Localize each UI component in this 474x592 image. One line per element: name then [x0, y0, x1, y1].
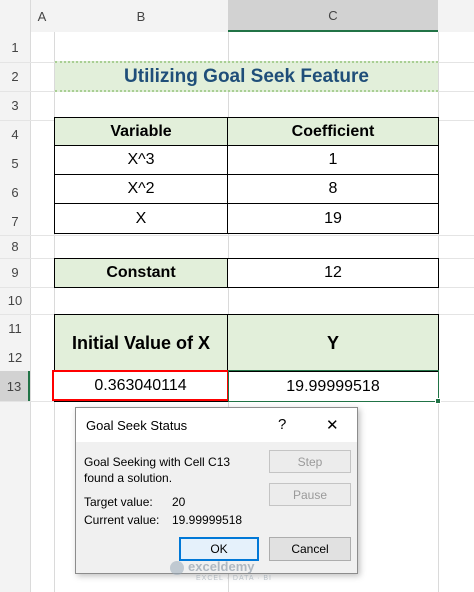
header-y[interactable]: Y: [228, 315, 438, 372]
row-header-10[interactable]: 10: [0, 287, 30, 314]
cell-text: X^3: [127, 151, 155, 168]
row-header-12[interactable]: 12: [0, 343, 30, 371]
dialog-titlebar[interactable]: Goal Seek Status ? ✕: [76, 408, 357, 442]
constant-label-cell[interactable]: Constant: [55, 259, 228, 287]
current-value-label: Current value:: [84, 513, 160, 527]
watermark-brand: exceldemy: [188, 559, 255, 574]
header-label: Y: [326, 332, 339, 353]
select-all-corner[interactable]: [0, 0, 30, 32]
pause-button[interactable]: Pause: [269, 483, 351, 506]
row-header-7[interactable]: 7: [0, 207, 30, 235]
header-label: Variable: [110, 122, 172, 140]
table-cell-variable[interactable]: X^3: [55, 146, 228, 175]
table-cell-coefficient[interactable]: 19: [228, 204, 438, 233]
close-icon[interactable]: ✕: [326, 416, 339, 434]
column-label: C: [328, 7, 338, 23]
exceldemy-logo-icon: [170, 561, 184, 575]
gridline: [54, 32, 55, 592]
row-header-13[interactable]: 13: [0, 371, 30, 401]
row-label: 6: [11, 185, 19, 200]
gridline: [438, 32, 439, 592]
gridline: [30, 0, 31, 592]
row-label: 5: [11, 156, 19, 171]
sheet-title-cell[interactable]: Utilizing Goal Seek Feature: [55, 61, 438, 92]
cell-text: 19: [324, 209, 342, 227]
header-variable[interactable]: Variable: [55, 118, 228, 146]
row-header-4[interactable]: 4: [0, 120, 30, 149]
column-header-c[interactable]: C: [228, 0, 438, 32]
row-label: 3: [11, 98, 19, 113]
row-header-3[interactable]: 3: [0, 91, 30, 120]
cell-text: 1: [328, 151, 338, 168]
fill-handle[interactable]: [435, 398, 441, 404]
button-label: OK: [210, 542, 228, 556]
constant-row: Constant 12: [54, 258, 439, 288]
cell-text: 8: [328, 180, 338, 197]
row-header-11[interactable]: 11: [0, 314, 30, 343]
exceldemy-watermark: exceldemy EXCEL · DATA · BI: [170, 558, 310, 586]
row-header-9[interactable]: 9: [0, 258, 30, 287]
row-label: 1: [11, 39, 19, 55]
x-value: 0.363040114: [94, 376, 187, 394]
row-label: 12: [7, 349, 23, 365]
constant-value: 12: [324, 264, 342, 281]
column-header-empty: [438, 0, 474, 32]
cell-text: X^2: [127, 180, 155, 197]
table-cell-variable[interactable]: X: [55, 204, 228, 233]
dialog-message-line1: Goal Seeking with Cell C13: [84, 455, 231, 469]
button-label: Step: [297, 454, 323, 469]
row-header-5[interactable]: 5: [0, 149, 30, 178]
column-header-a[interactable]: A: [30, 0, 54, 32]
row-header-1[interactable]: 1: [0, 32, 30, 62]
row-header-8[interactable]: 8: [0, 235, 30, 258]
sheet-title: Utilizing Goal Seek Feature: [124, 65, 369, 87]
row-label: 10: [7, 293, 23, 308]
step-button[interactable]: Step: [269, 450, 351, 473]
row-label: 8: [11, 239, 19, 254]
table-cell-coefficient[interactable]: 1: [228, 146, 438, 175]
goal-seek-dialog: Goal Seek Status ? ✕ Goal Seeking with C…: [75, 407, 358, 574]
dialog-title: Goal Seek Status: [86, 418, 188, 433]
row-label: 13: [6, 378, 22, 394]
x-value-cell[interactable]: 0.363040114: [52, 370, 229, 401]
header-label: Initial Value of X: [71, 332, 211, 353]
dialog-message-line2: found a solution.: [84, 471, 173, 485]
table-cell-coefficient[interactable]: 8: [228, 175, 438, 204]
table-cell-variable[interactable]: X^2: [55, 175, 228, 204]
row-label: 7: [11, 213, 19, 229]
column-label: A: [37, 8, 47, 24]
constant-label: Constant: [106, 264, 176, 281]
column-header-b[interactable]: B: [54, 0, 228, 32]
cell-text: X: [135, 209, 147, 227]
button-label: Cancel: [291, 542, 329, 556]
row-label: 2: [11, 69, 19, 84]
row-label: 4: [11, 127, 19, 142]
target-value-label: Target value:: [84, 495, 153, 509]
help-icon[interactable]: ?: [278, 416, 286, 433]
variable-table: Variable Coefficient X^3 1 X^2 8 X 19: [54, 117, 439, 234]
header-coefficient[interactable]: Coefficient: [228, 118, 438, 146]
button-label: Pause: [292, 487, 328, 502]
row-header-6[interactable]: 6: [0, 178, 30, 207]
active-cell-outline: [228, 370, 439, 402]
header-label: Coefficient: [291, 122, 375, 140]
row-header-blank: [0, 401, 30, 592]
header-initial-x[interactable]: Initial Value of X: [55, 315, 228, 372]
current-value: 19.99999518: [172, 513, 243, 527]
watermark-tagline: EXCEL · DATA · BI: [196, 575, 272, 582]
row-label: 9: [11, 265, 19, 280]
row-header-2[interactable]: 2: [0, 62, 30, 91]
constant-value-cell[interactable]: 12: [228, 259, 438, 287]
row-label: 11: [8, 321, 22, 336]
column-label: B: [136, 8, 146, 24]
target-value: 20: [172, 495, 186, 509]
gridline: [0, 235, 474, 236]
